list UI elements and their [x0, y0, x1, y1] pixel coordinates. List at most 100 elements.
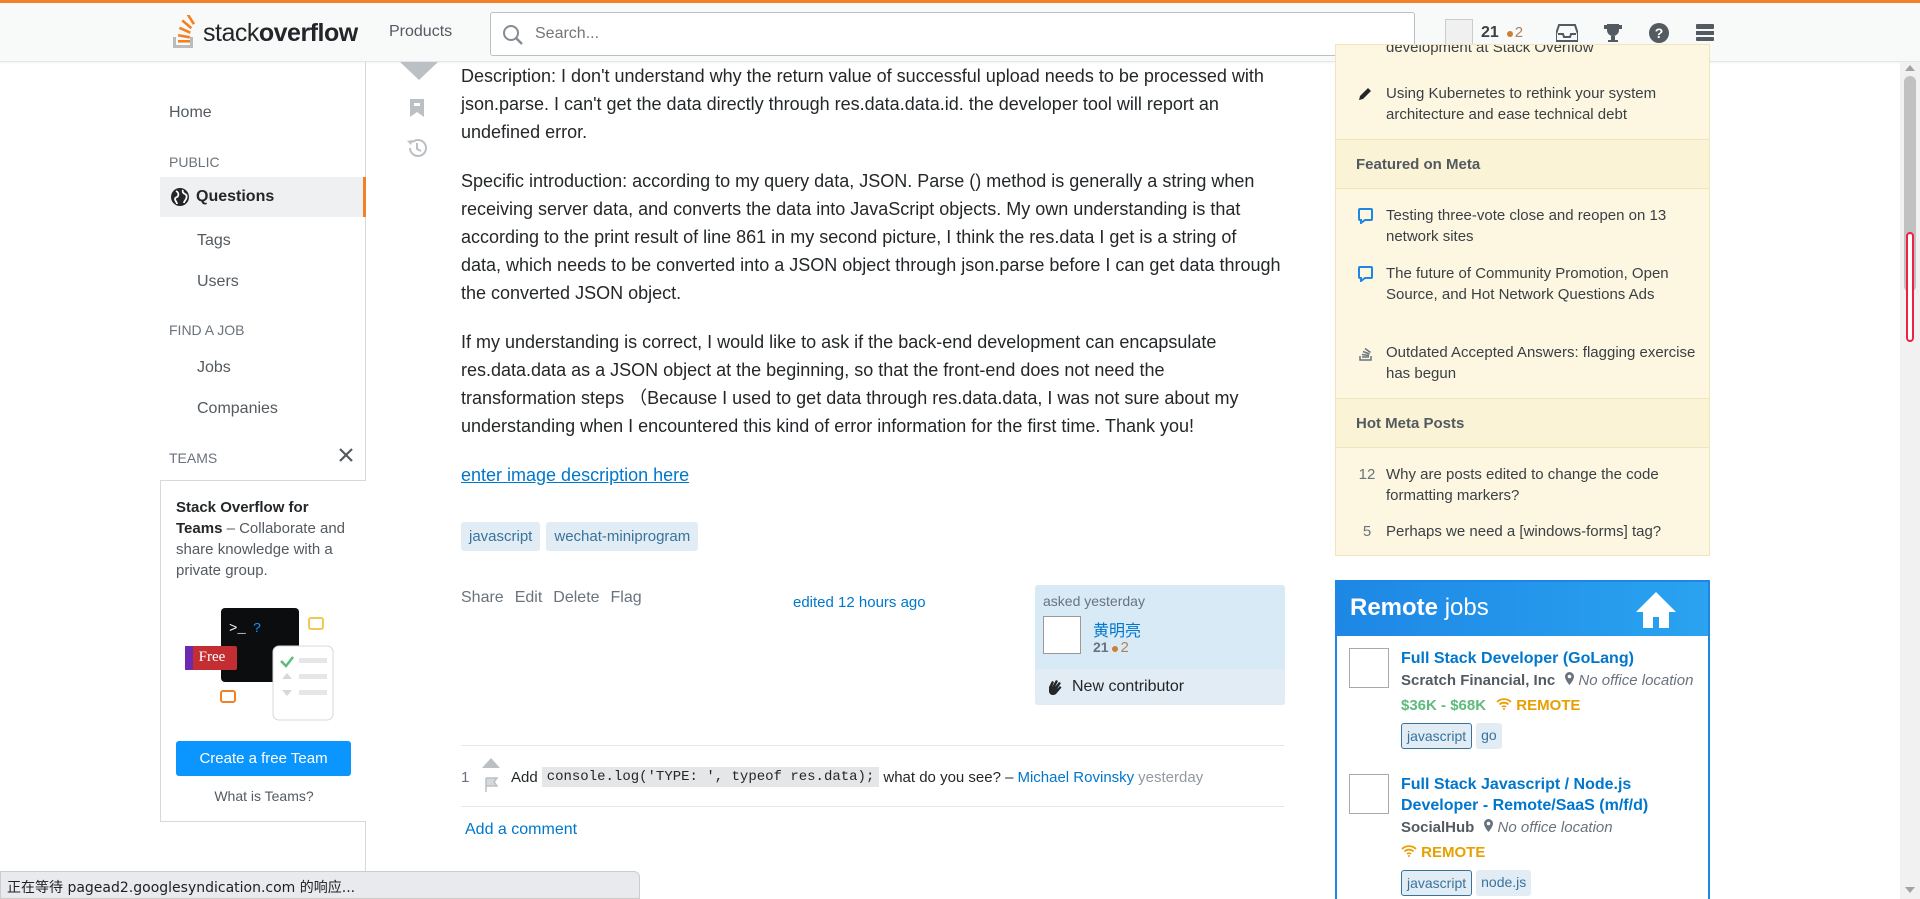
- add-comment-link[interactable]: Add a comment: [465, 821, 577, 839]
- featured-item[interactable]: The future of Community Promotion, Open …: [1358, 263, 1698, 305]
- asked-time: asked yesterday: [1043, 593, 1145, 609]
- meta-icon: [1358, 266, 1373, 283]
- scroll-up-arrow-icon[interactable]: [1905, 64, 1915, 72]
- pencil-icon: [1359, 88, 1371, 100]
- featured-item[interactable]: Testing three-vote close and reopen on 1…: [1358, 205, 1698, 247]
- scroll-position-marker: [1906, 232, 1914, 342]
- wifi-icon: [1401, 845, 1417, 857]
- job-title[interactable]: Full Stack Developer (GoLang): [1401, 648, 1691, 669]
- comment-user[interactable]: Michael Rovinsky: [1017, 769, 1134, 786]
- wave-hand-icon: [1049, 680, 1062, 696]
- scroll-down-arrow-icon[interactable]: [1905, 886, 1915, 894]
- tag-wechat-miniprogram[interactable]: wechat-miniprogram: [546, 522, 699, 551]
- comment-flag-icon[interactable]: [485, 777, 499, 793]
- nav-jobs[interactable]: Jobs: [197, 359, 231, 377]
- jobs-header[interactable]: Remote jobs: [1337, 582, 1708, 636]
- bronze-badges: 2: [1506, 24, 1523, 42]
- tag-nodejs[interactable]: node.js: [1476, 870, 1532, 896]
- achievements-icon[interactable]: [1601, 21, 1625, 45]
- comment-code: console.log('TYPE: ', typeof res.data);: [541, 767, 880, 787]
- inbox-icon[interactable]: [1555, 21, 1579, 45]
- tag-javascript[interactable]: javascript: [1401, 723, 1473, 749]
- avatar: [1445, 19, 1473, 47]
- flag-link[interactable]: Flag: [611, 589, 642, 607]
- teams-description: Stack Overflow for Teams – Collaborate a…: [176, 499, 346, 579]
- job-listing[interactable]: Full Stack Javascript / Node.js Develope…: [1349, 774, 1704, 899]
- wifi-icon: [1496, 698, 1512, 710]
- tag-go[interactable]: go: [1476, 723, 1502, 749]
- vote-down-icon[interactable]: [400, 62, 438, 82]
- search-box[interactable]: [490, 12, 1415, 56]
- share-link[interactable]: Share: [461, 589, 504, 607]
- comment-score: 1: [461, 768, 470, 786]
- comment: 1 Add console.log('TYPE: ', typeof res.d…: [461, 757, 1284, 797]
- hot-meta-header: Hot Meta Posts: [1336, 398, 1709, 448]
- stackoverflow-logo[interactable]: stackoverflow: [169, 13, 358, 53]
- new-contributor-badge[interactable]: New contributor: [1035, 669, 1285, 705]
- post-paragraph: Description: I don't understand why the …: [461, 66, 1264, 142]
- post-paragraph: If my understanding is correct, I would …: [461, 332, 1239, 436]
- job-salary: $36K - $68K REMOTE: [1401, 697, 1581, 714]
- close-icon[interactable]: [338, 447, 354, 463]
- nav-questions[interactable]: Questions: [160, 177, 366, 217]
- company-logo: [1349, 648, 1389, 688]
- location-icon: [1565, 672, 1575, 685]
- sidebar-widget: development at Stack Overflow Using Kube…: [1335, 44, 1710, 556]
- svg-text:?: ?: [253, 621, 261, 637]
- comment-text: Add: [511, 768, 538, 786]
- home-icon: [1636, 592, 1676, 628]
- nav-companies[interactable]: Companies: [197, 400, 278, 418]
- job-company: SocialHub No office location: [1401, 819, 1613, 836]
- featured-item[interactable]: Outdated Accepted Answers: flagging exer…: [1358, 342, 1698, 384]
- comment-upvote-icon[interactable]: [481, 757, 501, 769]
- remote-jobs-widget: Remote jobs Full Stack Developer (GoLang…: [1335, 580, 1710, 899]
- left-sidebar: Home PUBLIC Questions Tags Users FIND A …: [160, 62, 366, 899]
- edit-link[interactable]: Edit: [515, 589, 543, 607]
- question-body: Description: I don't understand why the …: [461, 62, 1281, 510]
- post-tags: javascript wechat-miniprogram: [461, 522, 699, 551]
- job-remote: REMOTE: [1401, 844, 1485, 861]
- job-title[interactable]: Full Stack Javascript / Node.js Develope…: [1401, 774, 1691, 816]
- history-icon[interactable]: [406, 137, 428, 159]
- edited-link[interactable]: edited 12 hours ago: [793, 594, 926, 611]
- job-company: Scratch Financial, Inc No office locatio…: [1401, 672, 1694, 689]
- logo-icon: [173, 15, 196, 48]
- svg-text:>_: >_: [229, 621, 246, 637]
- tag-javascript[interactable]: javascript: [1401, 870, 1473, 896]
- delete-link[interactable]: Delete: [553, 589, 599, 607]
- blog-item-partial[interactable]: development at Stack Overflow: [1358, 45, 1698, 65]
- post-paragraph: Specific introduction: according to my q…: [461, 171, 1281, 303]
- post-menu: Share Edit Delete Flag: [461, 589, 642, 607]
- what-is-teams-link[interactable]: What is Teams?: [161, 788, 367, 804]
- user-profile[interactable]: 21 2: [1445, 19, 1523, 47]
- author-avatar[interactable]: [1043, 616, 1081, 654]
- search-input[interactable]: [535, 25, 1414, 43]
- create-team-button[interactable]: Create a free Team: [176, 741, 351, 776]
- products-link[interactable]: Products: [389, 23, 452, 41]
- help-icon[interactable]: ?: [1647, 21, 1671, 45]
- site-switcher-icon[interactable]: [1693, 21, 1717, 45]
- teams-promo: Stack Overflow for Teams – Collaborate a…: [160, 480, 366, 822]
- free-label: Free: [198, 649, 226, 665]
- blog-item[interactable]: Using Kubernetes to rethink your system …: [1358, 83, 1698, 125]
- job-listing[interactable]: Full Stack Developer (GoLang) Scratch Fi…: [1349, 648, 1704, 768]
- author-card: asked yesterday 黄明亮 21 2 New contributor: [1035, 585, 1285, 705]
- company-logo: [1349, 774, 1389, 814]
- page-scrollbar[interactable]: [1900, 62, 1920, 899]
- job-tags: javascript node.js: [1401, 870, 1532, 896]
- nav-section-public: PUBLIC: [169, 154, 220, 170]
- hot-meta-item[interactable]: 5 Perhaps we need a [windows-forms] tag?: [1358, 521, 1698, 542]
- hot-meta-item[interactable]: 12 Why are posts edited to change the cod…: [1358, 464, 1698, 506]
- author-name[interactable]: 黄明亮: [1093, 617, 1141, 641]
- stack-icon: [1359, 347, 1372, 361]
- comment-time[interactable]: yesterday: [1138, 769, 1203, 786]
- nav-users[interactable]: Users: [197, 273, 239, 291]
- meta-icon: [1358, 208, 1373, 225]
- bookmark-icon[interactable]: [409, 98, 425, 118]
- tag-javascript[interactable]: javascript: [461, 522, 541, 551]
- nav-home[interactable]: Home: [169, 104, 212, 122]
- nav-section-teams: TEAMS: [169, 450, 218, 466]
- nav-tags[interactable]: Tags: [197, 232, 231, 250]
- image-link[interactable]: enter image description here: [461, 465, 689, 485]
- user-reputation: 21: [1481, 24, 1499, 41]
